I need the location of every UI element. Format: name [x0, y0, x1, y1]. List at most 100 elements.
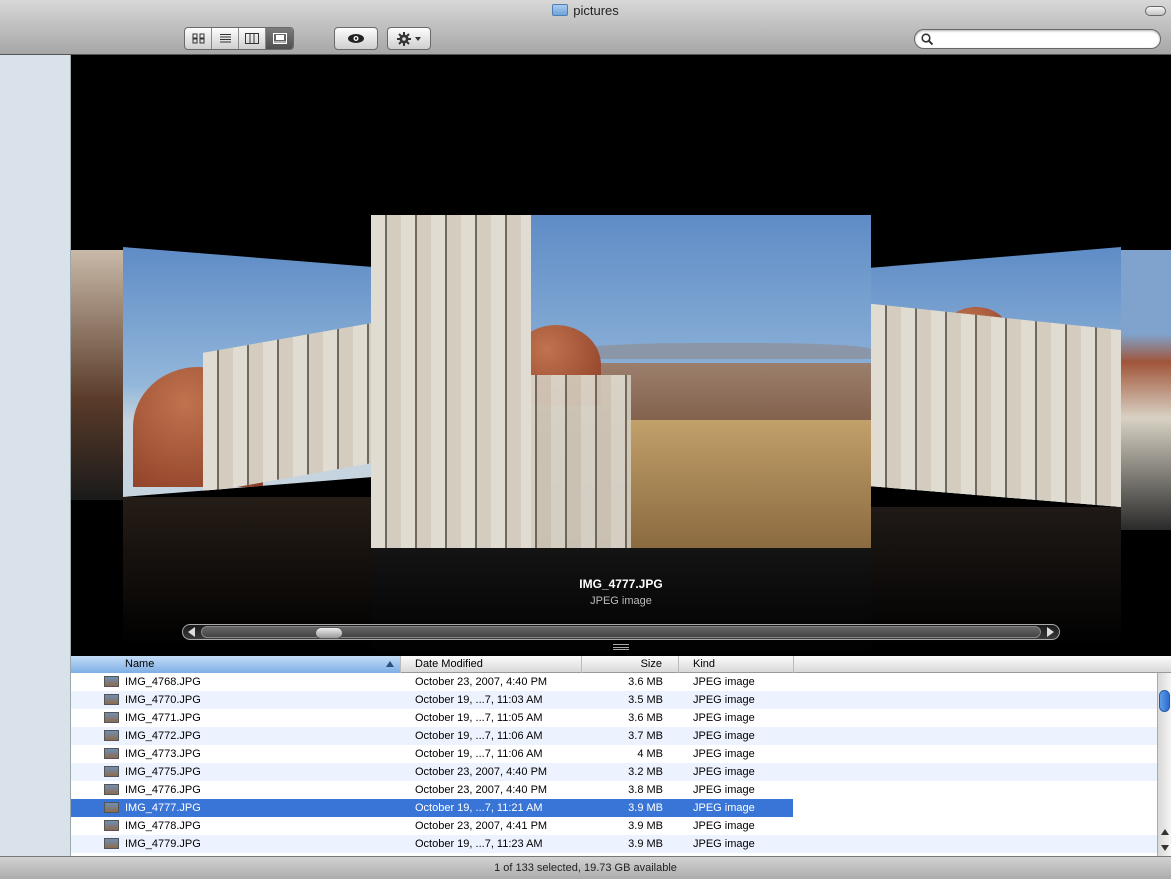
coverflow-selected-kind: JPEG image [590, 595, 652, 607]
table-row[interactable]: IMG_4779.JPG October 19, ...7, 11:23 AM 3.… [71, 835, 1157, 853]
table-row[interactable]: IMG_4770.JPG October 19, ...7, 11:03 AM 3.… [71, 691, 1157, 709]
image-thumbnail-icon [104, 766, 119, 777]
file-kind: JPEG image [693, 730, 755, 742]
file-size: 3.2 MB [628, 766, 663, 778]
search-field[interactable] [914, 29, 1161, 49]
toolbar-toggle-button[interactable] [1145, 6, 1166, 16]
file-kind: JPEG image [693, 838, 755, 850]
file-name: IMG_4775.JPG [125, 766, 201, 778]
scroll-up-arrow-icon[interactable] [1161, 829, 1169, 835]
file-date: October 19, ...7, 11:06 AM [415, 730, 543, 742]
file-date: October 23, 2007, 4:40 PM [415, 766, 548, 778]
file-size: 3.9 MB [628, 802, 663, 814]
window-toolbar: pictures [0, 0, 1171, 55]
icon-view-icon [192, 33, 204, 44]
file-date: October 23, 2007, 4:40 PM [415, 784, 548, 796]
file-name: IMG_4778.JPG [125, 820, 201, 832]
table-row[interactable]: IMG_4772.JPG October 19, ...7, 11:06 AM 3.… [71, 727, 1157, 745]
file-name: IMG_4779.JPG [125, 838, 201, 850]
file-name: IMG_4771.JPG [125, 712, 201, 724]
sort-ascending-icon [386, 661, 394, 667]
list-header: Name Date Modified Size Kind [71, 656, 1171, 673]
image-thumbnail-icon [104, 838, 119, 849]
column-header-size-label: Size [640, 658, 662, 670]
list-scroll-thumb[interactable] [1159, 690, 1170, 712]
action-menu-button[interactable] [387, 27, 431, 50]
column-header-date[interactable]: Date Modified [401, 656, 582, 673]
coverflow-selected-name: IMG_4777.JPG [579, 577, 663, 591]
file-kind: JPEG image [693, 748, 755, 760]
view-mode-selector [184, 27, 294, 50]
sidebar [0, 55, 71, 856]
table-row[interactable]: IMG_4776.JPG October 23, 2007, 4:40 PM 3.8… [71, 781, 1157, 799]
column-view-icon [245, 33, 259, 44]
column-header-size[interactable]: Size [582, 656, 679, 673]
column-header-name-label: Name [125, 658, 155, 670]
status-text: 1 of 133 selected, 19.73 GB available [494, 862, 677, 874]
image-thumbnail-icon [104, 802, 119, 813]
file-name: IMG_4768.JPG [125, 676, 201, 688]
column-header-kind-label: Kind [693, 658, 716, 670]
status-bar: 1 of 133 selected, 19.73 GB available [0, 856, 1171, 879]
search-input[interactable] [937, 32, 1152, 46]
scroll-right-arrow-icon[interactable] [1047, 627, 1054, 637]
eye-icon [348, 34, 364, 43]
file-date: October 19, ...7, 11:06 AM [415, 748, 543, 760]
table-row[interactable]: IMG_4768.JPG October 23, 2007, 4:40 PM 3.6… [71, 673, 1157, 691]
column-header-name[interactable]: Name [71, 656, 401, 673]
image-thumbnail-icon [104, 730, 119, 741]
table-row[interactable]: IMG_4773.JPG October 19, ...7, 11:06 AM 4 … [71, 745, 1157, 763]
file-size: 3.7 MB [628, 730, 663, 742]
gear-icon [397, 31, 411, 46]
file-name: IMG_4770.JPG [125, 694, 201, 706]
file-size: 3.9 MB [628, 820, 663, 832]
list-vertical-scrollbar[interactable] [1157, 673, 1171, 856]
scroll-left-arrow-icon[interactable] [188, 627, 195, 637]
coverflow-image-left[interactable] [123, 247, 373, 497]
splitter-grip-icon[interactable] [613, 644, 629, 650]
coverflow-image-right[interactable] [871, 247, 1121, 507]
file-date: October 19, ...7, 11:23 AM [415, 838, 543, 850]
file-date: October 19, ...7, 11:05 AM [415, 712, 543, 724]
table-row[interactable]: IMG_4771.JPG October 19, ...7, 11:05 AM 3.… [71, 709, 1157, 727]
coverflow-view-button[interactable] [266, 28, 293, 49]
file-name: IMG_4773.JPG [125, 748, 201, 760]
table-row[interactable]: IMG_4778.JPG October 23, 2007, 4:41 PM 3.9… [71, 817, 1157, 835]
image-thumbnail-icon [104, 748, 119, 759]
file-date: October 19, ...7, 11:21 AM [415, 802, 543, 814]
scroll-down-arrow-icon[interactable] [1161, 845, 1169, 851]
coverflow-image-far-right[interactable] [1121, 250, 1171, 530]
coverflow-panel: IMG_4777.JPG JPEG image [71, 55, 1171, 656]
search-icon [921, 33, 933, 45]
window-title: pictures [0, 3, 1171, 18]
column-header-date-label: Date Modified [415, 658, 483, 670]
coverflow-scroller[interactable] [182, 624, 1060, 640]
coverflow-scroll-track[interactable] [201, 626, 1041, 639]
file-kind: JPEG image [693, 802, 755, 814]
column-header-kind[interactable]: Kind [679, 656, 794, 673]
coverflow-scroll-thumb[interactable] [315, 627, 343, 639]
file-date: October 19, ...7, 11:03 AM [415, 694, 543, 706]
file-kind: JPEG image [693, 784, 755, 796]
image-thumbnail-icon [104, 676, 119, 687]
file-name: IMG_4777.JPG [125, 802, 201, 814]
file-size: 3.6 MB [628, 712, 663, 724]
quicklook-button[interactable] [334, 27, 378, 50]
icon-view-button[interactable] [185, 28, 212, 49]
image-thumbnail-icon [104, 820, 119, 831]
file-kind: JPEG image [693, 694, 755, 706]
file-kind: JPEG image [693, 676, 755, 688]
table-row-selected[interactable]: IMG_4777.JPG October 19, ...7, 11:21 AM 3.… [71, 799, 1157, 817]
file-size: 3.6 MB [628, 676, 663, 688]
list-rows: IMG_4768.JPG October 23, 2007, 4:40 PM 3.6… [71, 673, 1157, 853]
chevron-down-icon [415, 36, 421, 41]
coverflow-image-center[interactable] [371, 215, 871, 548]
table-row[interactable]: IMG_4775.JPG October 23, 2007, 4:40 PM 3.2… [71, 763, 1157, 781]
image-thumbnail-icon [104, 712, 119, 723]
column-view-button[interactable] [239, 28, 266, 49]
coverflow-image-far-left[interactable] [71, 250, 123, 500]
list-view-button[interactable] [212, 28, 239, 49]
image-thumbnail-icon [104, 694, 119, 705]
file-size: 3.8 MB [628, 784, 663, 796]
file-name: IMG_4772.JPG [125, 730, 201, 742]
